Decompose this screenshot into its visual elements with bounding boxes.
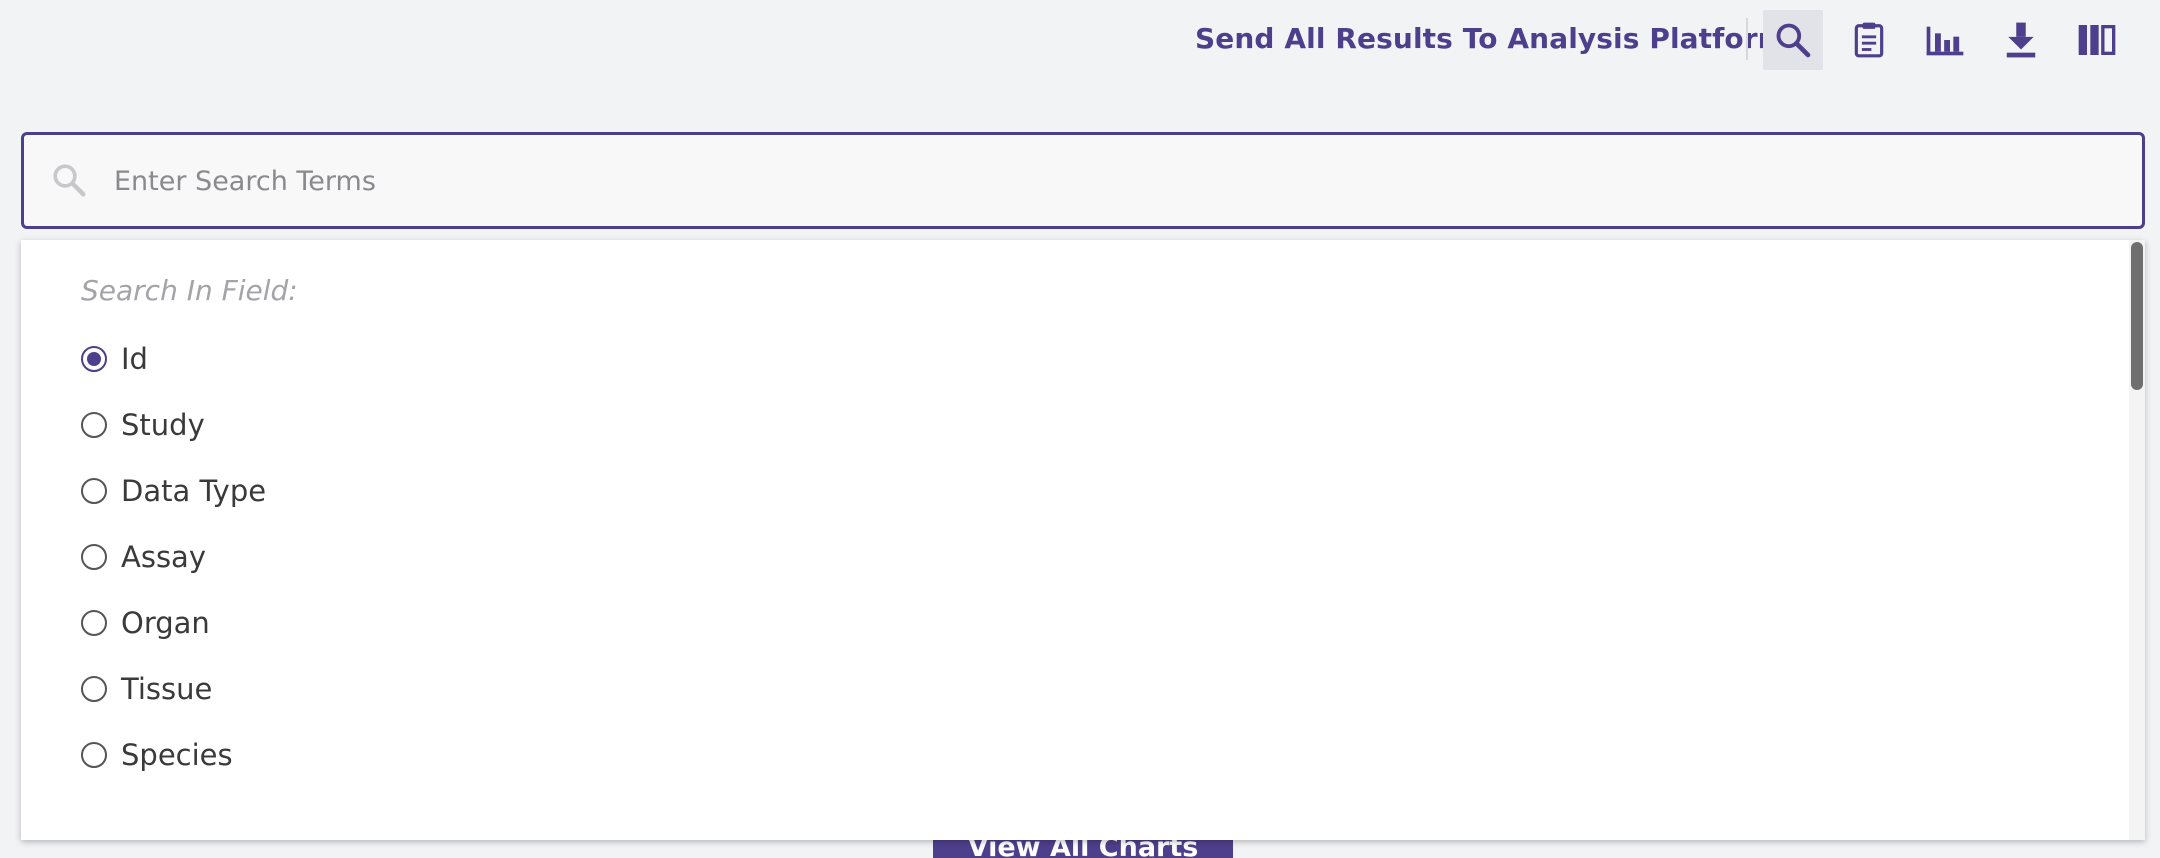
field-option-species[interactable]: Species (81, 735, 233, 775)
field-option-id[interactable]: Id (81, 339, 148, 379)
field-option-data-type[interactable]: Data Type (81, 471, 266, 511)
field-option-study[interactable]: Study (81, 405, 205, 445)
radio-button-checked[interactable] (81, 346, 107, 372)
search-icon (1773, 20, 1813, 60)
search-box (21, 132, 2145, 229)
search-field-dropdown: Search In Field: Id Study Data Type Assa… (21, 240, 2145, 840)
search-in-field-heading: Search In Field: (81, 274, 298, 307)
radio-button[interactable] (81, 478, 107, 504)
send-all-results-link[interactable]: Send All Results To Analysis Platform (1195, 22, 1787, 55)
toolbar: Send All Results To Analysis Platform (0, 0, 2160, 82)
columns-button[interactable] (2067, 10, 2127, 70)
radio-button[interactable] (81, 676, 107, 702)
scrollbar-thumb[interactable] (2131, 242, 2143, 390)
field-option-label: Id (121, 342, 148, 376)
search-input[interactable] (114, 153, 2094, 209)
clipboard-icon (1852, 21, 1886, 59)
field-option-label: Data Type (121, 474, 267, 508)
radio-button[interactable] (81, 742, 107, 768)
radio-button[interactable] (81, 610, 107, 636)
field-option-label: Organ (121, 606, 210, 640)
radio-button[interactable] (81, 544, 107, 570)
field-option-label: Study (121, 408, 205, 442)
download-button[interactable] (1991, 10, 2051, 70)
download-icon (2005, 21, 2037, 59)
search-icon (50, 161, 88, 203)
dropdown-scrollbar[interactable] (2129, 240, 2145, 840)
field-option-assay[interactable]: Assay (81, 537, 206, 577)
radio-button[interactable] (81, 412, 107, 438)
bar-chart-icon (1925, 23, 1965, 57)
field-option-tissue[interactable]: Tissue (81, 669, 212, 709)
search-toggle-button[interactable] (1763, 10, 1823, 70)
field-option-organ[interactable]: Organ (81, 603, 210, 643)
field-option-label: Tissue (121, 672, 213, 706)
charts-button[interactable] (1915, 10, 1975, 70)
field-option-label: Species (121, 738, 233, 772)
clipboard-button[interactable] (1839, 10, 1899, 70)
columns-icon (2077, 23, 2117, 57)
toolbar-divider (1746, 18, 1748, 60)
field-option-label: Assay (121, 540, 206, 574)
